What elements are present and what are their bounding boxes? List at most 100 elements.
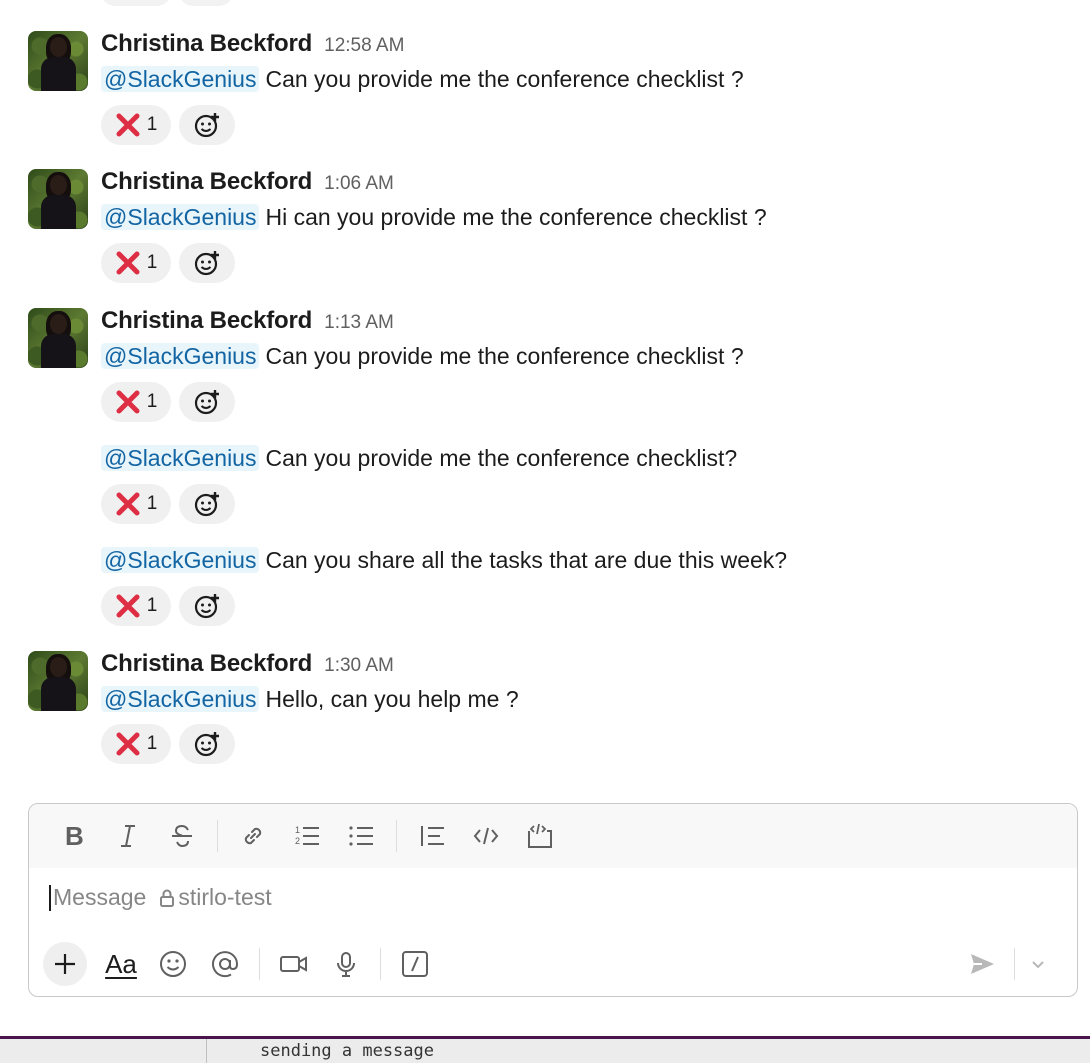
- ordered-list-button[interactable]: 12: [280, 816, 334, 856]
- add-reaction-button[interactable]: [179, 0, 233, 6]
- formatting-icon: Aa: [105, 948, 137, 979]
- bullet-list-icon: [349, 826, 373, 846]
- add-emoji-icon: [194, 594, 219, 619]
- reaction-pill[interactable]: 1: [101, 586, 171, 626]
- timestamp[interactable]: 1:13 AM: [324, 312, 394, 334]
- author-name[interactable]: Christina Beckford: [101, 650, 312, 678]
- blockquote-icon: [421, 826, 444, 846]
- mention-button[interactable]: [199, 942, 251, 986]
- user-mention[interactable]: @SlackGenius: [101, 66, 260, 92]
- message-composer: B 12 Message stirlo-test Aa: [28, 803, 1078, 997]
- message-text: @SlackGenius Can you share all the tasks …: [101, 544, 787, 576]
- reaction-count: 1: [146, 252, 158, 273]
- add-reaction-button[interactable]: [179, 484, 235, 524]
- svg-text:1: 1: [295, 825, 300, 835]
- channel-name: stirlo-test: [178, 884, 272, 910]
- reaction-pill[interactable]: 1: [101, 105, 171, 145]
- timestamp[interactable]: 1:06 AM: [324, 173, 394, 195]
- blockquote-button[interactable]: [405, 816, 459, 856]
- author-name[interactable]: Christina Beckford: [101, 30, 312, 58]
- avatar[interactable]: [28, 169, 88, 229]
- code-icon: [473, 827, 499, 845]
- reaction-count: 1: [146, 493, 158, 514]
- cross-mark-icon: [116, 732, 140, 756]
- user-mention[interactable]: @SlackGenius: [101, 343, 260, 369]
- reaction-pill[interactable]: 1: [101, 382, 171, 422]
- avatar[interactable]: [28, 651, 88, 711]
- code-block-button[interactable]: [513, 816, 567, 856]
- cross-mark-icon: [116, 390, 140, 414]
- message-body: Can you share all the tasks that are due…: [265, 547, 788, 573]
- user-mention[interactable]: @SlackGenius: [101, 204, 260, 230]
- add-emoji-icon: [194, 732, 219, 757]
- message-text: @SlackGenius Hi can you provide me the co…: [101, 201, 767, 233]
- bullet-list-button[interactable]: [334, 816, 388, 856]
- reaction-count: 1: [146, 391, 158, 412]
- avatar[interactable]: [28, 31, 88, 91]
- strikethrough-button[interactable]: [155, 816, 209, 856]
- bold-button[interactable]: B: [47, 816, 101, 856]
- message-input[interactable]: Message stirlo-test: [49, 884, 272, 911]
- reaction-pill[interactable]: 1: [101, 484, 171, 524]
- add-reaction-button[interactable]: [179, 243, 235, 283]
- message-body: Can you provide me the conference checkl…: [265, 66, 744, 92]
- message-body: Can you provide me the conference checkl…: [265, 445, 738, 471]
- user-mention[interactable]: @SlackGenius: [101, 445, 260, 471]
- audio-clip-button[interactable]: [320, 942, 372, 986]
- lock-icon: [160, 889, 175, 907]
- add-reaction-button[interactable]: [179, 586, 235, 626]
- plus-icon: [55, 954, 75, 974]
- status-text: sending a message: [260, 1041, 434, 1061]
- timestamp[interactable]: 1:30 AM: [324, 655, 394, 677]
- shortcuts-button[interactable]: [389, 942, 441, 986]
- add-emoji-icon: [194, 113, 219, 138]
- user-mention[interactable]: @SlackGenius: [101, 547, 260, 573]
- timestamp[interactable]: 12:58 AM: [324, 35, 404, 57]
- video-icon: [280, 956, 307, 972]
- slash-command-icon: [402, 951, 428, 977]
- reaction-pill[interactable]: [101, 0, 171, 6]
- author-name[interactable]: Christina Beckford: [101, 307, 312, 335]
- schedule-send-button[interactable]: [1021, 942, 1055, 986]
- video-button[interactable]: [268, 942, 320, 986]
- emoji-button[interactable]: [147, 942, 199, 986]
- emoji-icon: [160, 951, 186, 977]
- reaction-pill[interactable]: 1: [101, 724, 171, 764]
- strikethrough-icon: [172, 824, 192, 848]
- author-name[interactable]: Christina Beckford: [101, 168, 312, 196]
- composer-actions: Aa: [43, 942, 1063, 986]
- send-icon: [971, 954, 994, 974]
- add-reaction-button[interactable]: [179, 724, 235, 764]
- add-reaction-button[interactable]: [179, 382, 235, 422]
- add-reaction-button[interactable]: [179, 105, 235, 145]
- message-body: Can you provide me the conference checkl…: [265, 343, 744, 369]
- cross-mark-icon: [116, 251, 140, 275]
- reaction-pill[interactable]: 1: [101, 243, 171, 283]
- cross-mark-icon: [116, 113, 140, 137]
- italic-icon: [121, 825, 135, 847]
- formatting-toggle-button[interactable]: Aa: [95, 942, 147, 986]
- message-feed: Christina Beckford 12:58 AM @SlackGenius…: [0, 0, 1090, 790]
- ordered-list-icon: 12: [295, 825, 319, 846]
- attach-button[interactable]: [43, 942, 87, 986]
- previous-reactions: [101, 0, 233, 6]
- add-emoji-icon: [194, 492, 219, 517]
- italic-button[interactable]: [101, 816, 155, 856]
- link-button[interactable]: [226, 816, 280, 856]
- user-mention[interactable]: @SlackGenius: [101, 686, 260, 712]
- message-placeholder: Message: [53, 884, 147, 910]
- status-bar: sending a message: [0, 1036, 1090, 1063]
- send-button[interactable]: [956, 942, 1008, 986]
- cross-mark-icon: [116, 492, 140, 516]
- chevron-down-icon: [1032, 961, 1044, 969]
- send-controls: [956, 942, 1055, 986]
- message-text: @SlackGenius Can you provide me the confe…: [101, 63, 744, 95]
- mention-icon: [212, 951, 239, 978]
- svg-text:2: 2: [295, 836, 300, 846]
- reaction-count: 1: [146, 733, 158, 754]
- message-text: @SlackGenius Can you provide me the confe…: [101, 442, 737, 474]
- avatar[interactable]: [28, 308, 88, 368]
- bold-icon: B: [65, 823, 84, 849]
- code-button[interactable]: [459, 816, 513, 856]
- message-text: @SlackGenius Hello, can you help me ?: [101, 683, 519, 715]
